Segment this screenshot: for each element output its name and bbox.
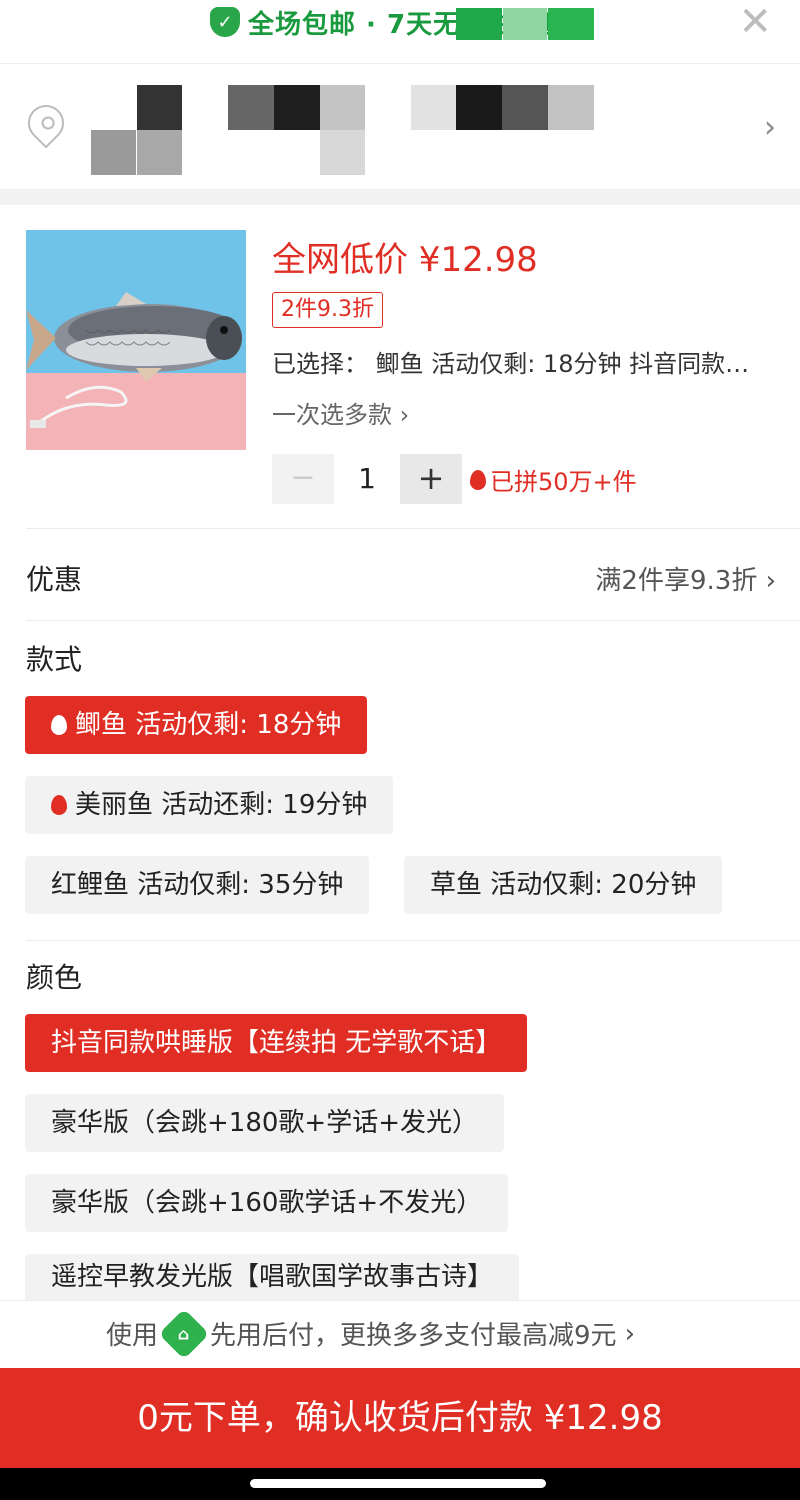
style-option[interactable]: 红鲤鱼 活动仅剩: 35分钟 — [25, 856, 370, 914]
fish-toy-image — [26, 292, 242, 428]
flame-icon — [470, 469, 486, 490]
color-section-title: 颜色 — [26, 961, 83, 994]
quantity-value[interactable]: 1 — [340, 454, 394, 504]
selected-variant-text: 已选择： 鲫鱼 活动仅剩: 18分钟 抖音同款哄睡版【连续拍 无学歌不话】 — [272, 350, 772, 378]
location-pin-icon — [20, 97, 72, 149]
flame-icon — [51, 715, 67, 735]
multi-select-link[interactable]: 一次选多款 › — [272, 395, 409, 430]
pay-later-bar[interactable]: 使用 ⌂ 先用后付，更换多多支付最高减9元 › — [0, 1300, 800, 1368]
address-redaction — [137, 130, 182, 175]
color-option[interactable]: 抖音同款哄睡版【连续拍 无学歌不话】 — [25, 1014, 528, 1072]
style-option[interactable]: 美丽鱼 活动还剩: 19分钟 — [25, 776, 394, 834]
divider — [26, 528, 800, 529]
shield-check-icon: ✓ — [210, 7, 240, 37]
address-redaction — [411, 85, 456, 130]
sold-count-text: 已拼50万+件 — [490, 468, 637, 496]
address-redaction — [274, 85, 320, 130]
pay-later-message: 先用后付，更换多多支付最高减9元 — [210, 1321, 617, 1351]
address-redaction — [502, 85, 548, 130]
sold-count: 已拼50万+件 — [470, 462, 637, 497]
home-indicator[interactable] — [250, 1479, 546, 1488]
address-redaction — [228, 85, 274, 130]
product-price: 全网低价 ¥12.98 — [272, 240, 538, 280]
chevron-right-icon: › — [624, 1318, 635, 1349]
address-redaction — [320, 130, 365, 175]
product-image[interactable] — [26, 230, 246, 450]
chevron-right-icon: › — [765, 566, 776, 596]
color-option-label: 豪华版（会跳+160歌学话+不发光） — [51, 1188, 483, 1218]
divider — [26, 940, 800, 941]
chevron-right-icon: › — [399, 401, 410, 429]
color-option-label: 抖音同款哄睡版【连续拍 无学歌不话】 — [51, 1028, 502, 1058]
multi-select-label: 一次选多款 — [272, 401, 392, 429]
promo-value: 满2件享9.3折 — [595, 566, 758, 596]
promo-value-link[interactable]: 满2件享9.3折 › — [595, 560, 776, 597]
color-option[interactable]: 豪华版（会跳+180歌+学话+发光） — [25, 1094, 504, 1152]
color-option-label: 遥控早教发光版【唱歌国学故事古诗】 — [51, 1262, 494, 1292]
top-banner: ✓ 全场包邮 · 7天无理由退货 ✕ — [0, 0, 800, 64]
style-option-label: 美丽鱼 活动还剩: 19分钟 — [75, 790, 368, 820]
style-option-label: 鲫鱼 活动仅剩: 18分钟 — [75, 710, 342, 740]
chevron-right-icon[interactable]: › — [764, 110, 776, 145]
color-option[interactable]: 遥控早教发光版【唱歌国学故事古诗】 — [25, 1254, 520, 1300]
address-redaction — [456, 85, 502, 130]
style-option-label: 草鱼 活动仅剩: 20分钟 — [430, 870, 697, 900]
banner-redaction — [503, 8, 547, 40]
flame-icon — [51, 795, 67, 815]
banner-redaction — [456, 8, 502, 40]
address-redaction — [548, 85, 594, 130]
discount-tag: 2件9.3折 — [272, 292, 383, 328]
address-redaction — [91, 130, 136, 175]
quantity-increase-button[interactable]: + — [400, 454, 462, 504]
address-redaction — [137, 85, 182, 130]
pay-later-text: 使用 ⌂ 先用后付，更换多多支付最高减9元 › — [106, 1308, 635, 1359]
color-option[interactable]: 豪华版（会跳+160歌学话+不发光） — [25, 1174, 509, 1232]
color-option-label: 豪华版（会跳+180歌+学话+发光） — [51, 1108, 478, 1138]
style-section-title: 款式 — [26, 643, 83, 676]
duoduo-pay-icon: ⌂ — [158, 1308, 210, 1359]
promo-label: 优惠 — [26, 563, 83, 596]
address-row[interactable]: › — [0, 65, 800, 189]
place-order-button[interactable]: 0元下单，确认收货后付款 ¥12.98 — [0, 1368, 800, 1468]
address-redaction — [320, 85, 365, 130]
section-divider — [0, 189, 800, 205]
divider — [26, 620, 800, 621]
banner-redaction — [548, 8, 594, 40]
style-option-label: 红鲤鱼 活动仅剩: 35分钟 — [51, 870, 344, 900]
close-icon[interactable]: ✕ — [738, 2, 772, 42]
quantity-decrease-button[interactable]: − — [272, 454, 334, 504]
style-option[interactable]: 草鱼 活动仅剩: 20分钟 — [404, 856, 723, 914]
pay-later-prefix: 使用 — [106, 1321, 159, 1351]
style-option[interactable]: 鲫鱼 活动仅剩: 18分钟 — [25, 696, 368, 754]
